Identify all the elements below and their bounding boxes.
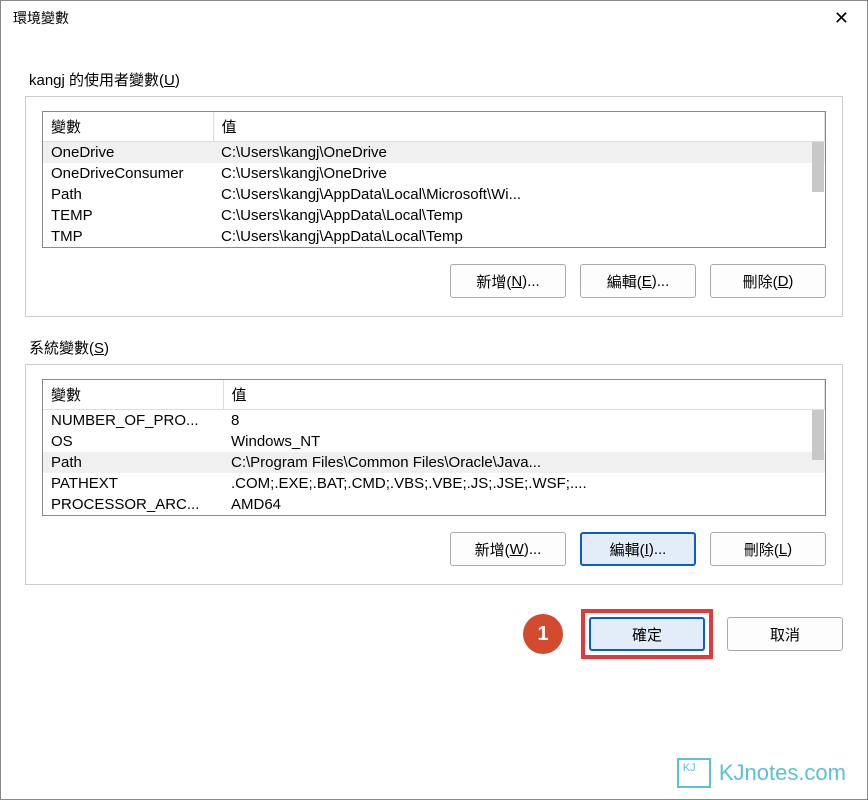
titlebar: 環境變數 ✕ <box>1 1 867 35</box>
table-row[interactable]: NUMBER_OF_PRO...8 <box>43 410 825 432</box>
sys-new-button[interactable]: 新增(W)... <box>450 532 566 566</box>
cell-var: NUMBER_OF_PRO... <box>43 410 223 432</box>
cell-val: C:\Users\kangj\AppData\Local\Temp <box>213 205 825 226</box>
cancel-button[interactable]: 取消 <box>727 617 843 651</box>
table-row[interactable]: OSWindows_NT <box>43 431 825 452</box>
cell-var: PATHEXT <box>43 473 223 494</box>
sys-vars-table-wrap: 變數 值 NUMBER_OF_PRO...8OSWindows_NTPathC:… <box>42 379 826 516</box>
cell-val: C:\Users\kangj\AppData\Local\Microsoft\W… <box>213 184 825 205</box>
cell-val: C:\Users\kangj\AppData\Local\Temp <box>213 226 825 247</box>
scrollbar-thumb[interactable] <box>812 410 824 460</box>
window-title: 環境變數 <box>13 8 69 28</box>
user-vars-buttons: 新增(N)... 編輯(E)... 刪除(D) <box>42 264 826 298</box>
cell-var: OneDriveConsumer <box>43 163 213 184</box>
cell-var: PROCESSOR_ARC... <box>43 494 223 515</box>
table-row[interactable]: TMPC:\Users\kangj\AppData\Local\Temp <box>43 226 825 247</box>
cell-var: Path <box>43 184 213 205</box>
table-row[interactable]: PathC:\Program Files\Common Files\Oracle… <box>43 452 825 473</box>
cell-val: Windows_NT <box>223 431 825 452</box>
cell-var: OS <box>43 431 223 452</box>
table-row[interactable]: TEMPC:\Users\kangj\AppData\Local\Temp <box>43 205 825 226</box>
dialog-button-row: 1 確定 取消 <box>25 609 843 659</box>
table-row[interactable]: OneDriveConsumerC:\Users\kangj\OneDrive <box>43 163 825 184</box>
sys-delete-button[interactable]: 刪除(L) <box>710 532 826 566</box>
user-vars-table[interactable]: 變數 值 OneDriveC:\Users\kangj\OneDriveOneD… <box>43 112 825 247</box>
user-vars-label: kangj 的使用者變數(U) <box>29 69 843 90</box>
dialog-body: kangj 的使用者變數(U) 變數 值 OneDriveC:\Users\ka… <box>1 35 867 799</box>
cell-var: OneDrive <box>43 142 213 164</box>
cell-val: .COM;.EXE;.BAT;.CMD;.VBS;.VBE;.JS;.JSE;.… <box>223 473 825 494</box>
cell-val: 8 <box>223 410 825 432</box>
sys-vars-table[interactable]: 變數 值 NUMBER_OF_PRO...8OSWindows_NTPathC:… <box>43 380 825 515</box>
table-row[interactable]: PROCESSOR_ARC...AMD64 <box>43 494 825 515</box>
annotation-highlight: 確定 <box>581 609 713 659</box>
watermark-text: KJnotes.com <box>719 760 846 786</box>
watermark-icon <box>677 758 711 788</box>
sys-vars-group: 變數 值 NUMBER_OF_PRO...8OSWindows_NTPathC:… <box>25 364 843 585</box>
table-row[interactable]: PATHEXT.COM;.EXE;.BAT;.CMD;.VBS;.VBE;.JS… <box>43 473 825 494</box>
cell-val: AMD64 <box>223 494 825 515</box>
annotation-badge-1: 1 <box>523 614 563 654</box>
cell-val: C:\Users\kangj\OneDrive <box>213 163 825 184</box>
user-delete-button[interactable]: 刪除(D) <box>710 264 826 298</box>
ok-button[interactable]: 確定 <box>589 617 705 651</box>
cell-val: C:\Users\kangj\OneDrive <box>213 142 825 164</box>
cell-val: C:\Program Files\Common Files\Oracle\Jav… <box>223 452 825 473</box>
col-header-var[interactable]: 變數 <box>43 112 213 142</box>
sys-edit-button[interactable]: 編輯(I)... <box>580 532 696 566</box>
col-header-var[interactable]: 變數 <box>43 380 223 410</box>
scrollbar-thumb[interactable] <box>812 142 824 192</box>
user-new-button[interactable]: 新增(N)... <box>450 264 566 298</box>
env-vars-dialog: 環境變數 ✕ kangj 的使用者變數(U) 變數 值 OneDriveC:\U… <box>0 0 868 800</box>
close-icon[interactable]: ✕ <box>828 8 855 29</box>
table-row[interactable]: OneDriveC:\Users\kangj\OneDrive <box>43 142 825 164</box>
cell-var: TMP <box>43 226 213 247</box>
sys-vars-label: 系統變數(S) <box>29 337 843 358</box>
watermark: KJnotes.com <box>677 758 846 788</box>
sys-vars-buttons: 新增(W)... 編輯(I)... 刪除(L) <box>42 532 826 566</box>
col-header-val[interactable]: 值 <box>213 112 825 142</box>
table-row[interactable]: PathC:\Users\kangj\AppData\Local\Microso… <box>43 184 825 205</box>
user-vars-table-wrap: 變數 值 OneDriveC:\Users\kangj\OneDriveOneD… <box>42 111 826 248</box>
cell-var: Path <box>43 452 223 473</box>
cell-var: TEMP <box>43 205 213 226</box>
user-edit-button[interactable]: 編輯(E)... <box>580 264 696 298</box>
user-vars-group: 變數 值 OneDriveC:\Users\kangj\OneDriveOneD… <box>25 96 843 317</box>
col-header-val[interactable]: 值 <box>223 380 825 410</box>
